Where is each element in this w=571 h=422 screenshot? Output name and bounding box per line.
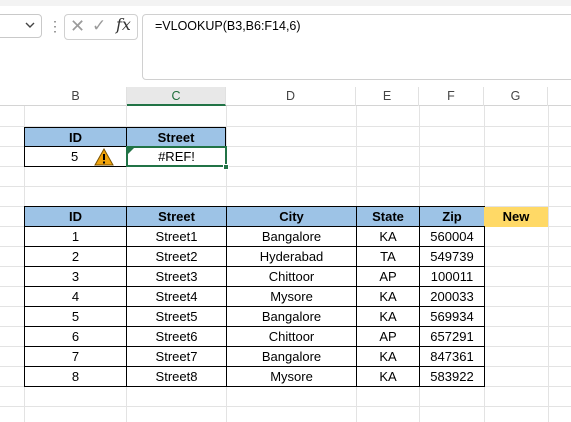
lookup-id-header[interactable]: ID [24,127,127,147]
table-cell[interactable]: 4 [24,286,127,307]
table-cell[interactable]: 100011 [419,266,485,287]
table-cell[interactable]: Street4 [126,286,227,307]
ref-error-value: #REF! [158,149,195,164]
table-cell[interactable]: 7 [24,346,127,367]
grid-column-line [548,106,549,422]
lookup-id-value: 5 [71,149,79,164]
table-cell[interactable]: Bangalore [226,226,357,247]
column-header-f[interactable]: F [419,87,484,106]
table-cell[interactable]: 200033 [419,286,485,307]
table-cell[interactable]: AP [356,266,420,287]
fill-handle[interactable] [223,164,229,170]
table-cell[interactable]: 569934 [419,306,485,327]
table-cell[interactable]: AP [356,326,420,347]
table-cell[interactable]: Street8 [126,366,227,387]
insert-function-icon[interactable]: fx [116,15,136,35]
table-cell[interactable]: 847361 [419,346,485,367]
table-cell[interactable]: KA [356,366,420,387]
table-cell[interactable]: Street2 [126,246,227,267]
table-cell[interactable]: Street7 [126,346,227,367]
lookup-street-header[interactable]: Street [126,127,226,147]
table-cell[interactable]: Chittoor [226,326,357,347]
lookup-result-cell[interactable]: #REF! [126,146,227,167]
grid-row-line [0,406,571,407]
table-cell[interactable]: TA [356,246,420,267]
cancel-icon[interactable]: ✕ [70,16,86,36]
table-cell[interactable]: 549739 [419,246,485,267]
table-cell[interactable]: 1 [24,226,127,247]
table-cell[interactable]: 6 [24,326,127,347]
table-header-cell[interactable]: State [356,206,420,227]
column-header-e[interactable]: E [356,87,419,106]
table-header-cell[interactable]: Street [126,206,227,227]
table-cell[interactable]: KA [356,306,420,327]
table-cell[interactable]: KA [356,226,420,247]
table-cell[interactable]: KA [356,346,420,367]
error-indicator-icon [128,148,134,154]
table-cell[interactable]: KA [356,286,420,307]
grid-row-line [0,186,571,187]
warning-icon[interactable] [93,147,115,167]
more-options-icon[interactable]: ⋮ [48,14,62,38]
table-cell[interactable]: 560004 [419,226,485,247]
column-header-d[interactable]: D [226,87,356,106]
table-cell[interactable]: 3 [24,266,127,287]
table-cell[interactable]: 8 [24,366,127,387]
table-cell[interactable]: Street6 [126,326,227,347]
table-cell[interactable]: 5 [24,306,127,327]
table-cell[interactable]: Bangalore [226,306,357,327]
column-header-g[interactable]: G [484,87,548,106]
formula-text[interactable]: =VLOOKUP(B3,B6:F14,6) [155,19,555,37]
column-header-c[interactable]: C [127,87,226,106]
table-cell[interactable]: Hyderabad [226,246,357,267]
table-cell[interactable]: 583922 [419,366,485,387]
table-header-cell[interactable]: Zip [419,206,485,227]
table-cell[interactable]: Chittoor [226,266,357,287]
table-cell[interactable]: 2 [24,246,127,267]
chevron-down-icon[interactable] [24,17,38,33]
table-cell[interactable]: Street5 [126,306,227,327]
table-cell[interactable]: Bangalore [226,346,357,367]
ribbon-edge [0,0,571,6]
table-header-cell[interactable]: ID [24,206,127,227]
new-column-header[interactable]: New [484,207,548,227]
table-cell[interactable]: Mysore [226,286,357,307]
column-header-b[interactable]: B [25,87,127,106]
table-cell[interactable]: 657291 [419,326,485,347]
table-cell[interactable]: Street1 [126,226,227,247]
table-header-cell[interactable]: City [226,206,357,227]
enter-icon[interactable]: ✓ [92,16,108,36]
table-cell[interactable]: Street3 [126,266,227,287]
table-cell[interactable]: Mysore [226,366,357,387]
